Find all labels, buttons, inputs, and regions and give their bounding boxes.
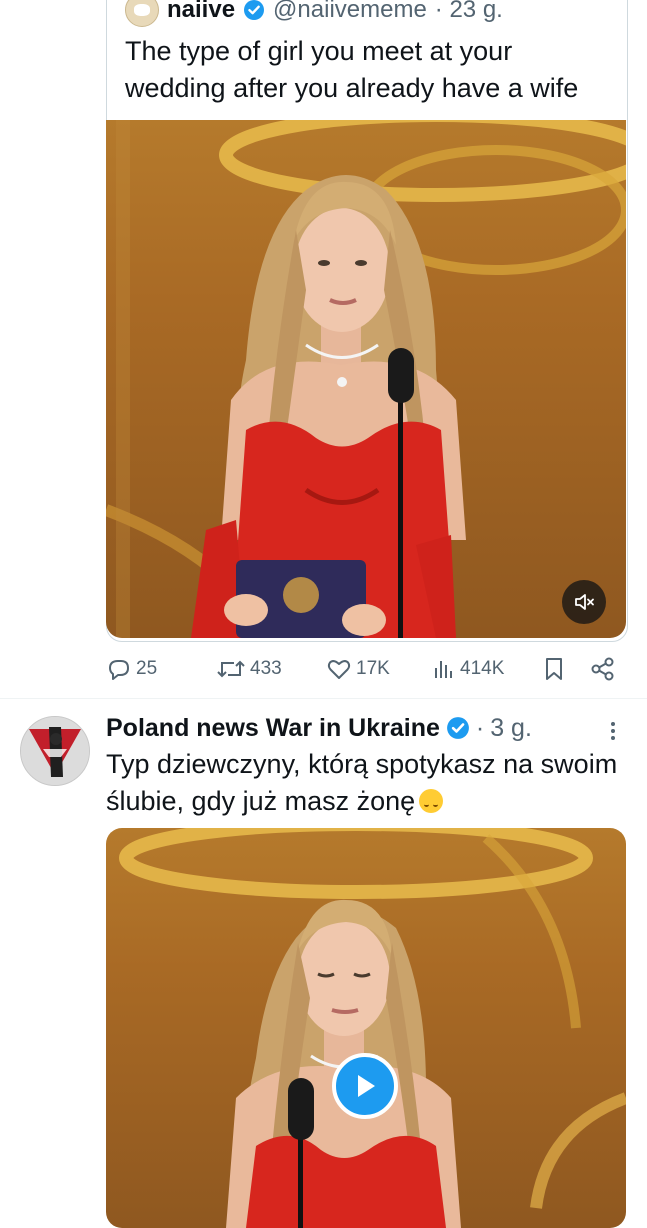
like-button[interactable]: 17K — [326, 653, 390, 685]
reply-count: 25 — [136, 658, 158, 679]
heart-icon — [327, 660, 351, 679]
bookmark-button[interactable] — [542, 653, 566, 685]
tweet-divider — [0, 698, 647, 699]
quoted-tweet-text: The type of girl you meet at your weddin… — [125, 36, 579, 103]
quoted-tweet-time[interactable]: · 23 g. — [435, 0, 503, 24]
quoted-tweet-header: naiive @naiivememe · 23 g. — [125, 0, 503, 27]
reply-bubble-icon — [109, 660, 129, 680]
reply-button[interactable]: 25 — [106, 653, 157, 685]
repost-count: 433 — [250, 658, 282, 679]
post-header: Poland news War in Ukraine · 3 g. — [106, 710, 532, 746]
bar-chart-icon — [435, 661, 452, 678]
more-options-button[interactable] — [598, 716, 628, 746]
avatar-image — [21, 717, 89, 785]
verified-badge-icon — [244, 0, 265, 20]
muted-speaker-icon — [575, 594, 594, 610]
post-text: Typ dziewczyny, którą spotykasz na swoim… — [106, 746, 626, 820]
video-frame-image — [119, 828, 626, 1228]
quoted-author-handle[interactable]: @naiivememe — [273, 0, 427, 24]
video-frame-image — [106, 120, 626, 638]
views-count: 414K — [460, 658, 505, 679]
views-button[interactable]: 414K — [432, 653, 504, 685]
post-time[interactable]: 3 g. — [490, 714, 532, 743]
verified-badge-icon — [446, 717, 469, 739]
quoted-author-avatar[interactable] — [125, 0, 159, 27]
play-button[interactable] — [332, 1053, 398, 1119]
mute-button[interactable] — [562, 580, 606, 624]
author-avatar[interactable] — [20, 716, 90, 786]
tweet-action-bar: 25 433 17K 414K — [106, 653, 626, 685]
play-icon — [358, 1075, 375, 1097]
post-text-body: Typ dziewczyny, którą spotykasz na swoim… — [106, 749, 618, 816]
author-name[interactable]: Poland news War in Ukraine — [106, 714, 440, 743]
separator-dot: · — [475, 713, 485, 742]
share-icon — [591, 657, 614, 681]
share-button[interactable] — [590, 653, 616, 685]
vertical-dots-icon — [611, 722, 615, 740]
like-count: 17K — [356, 658, 390, 679]
repost-button[interactable]: 433 — [216, 653, 282, 685]
quoted-author-name[interactable]: naiive — [167, 0, 235, 24]
quoted-tweet-video[interactable] — [106, 120, 626, 638]
upside-down-face-emoji — [419, 789, 444, 813]
bookmark-icon — [546, 658, 562, 680]
post-video[interactable] — [106, 828, 626, 1228]
repost-arrows-icon — [217, 660, 245, 678]
